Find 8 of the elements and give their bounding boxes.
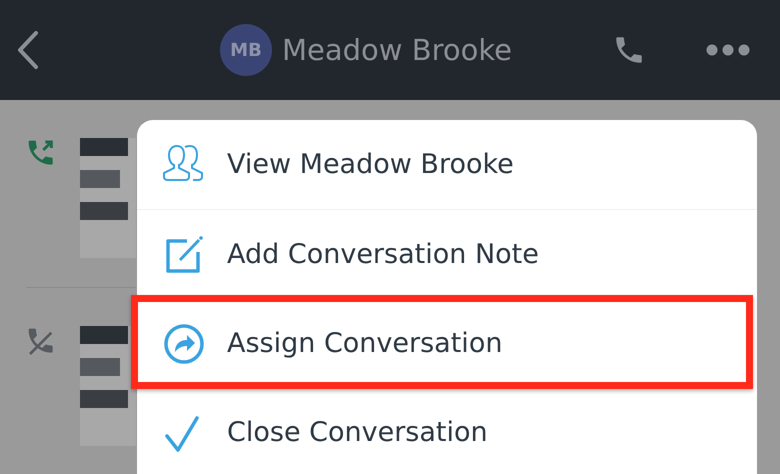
menu-item[interactable]: Assign Conversation	[137, 299, 757, 388]
more-icon[interactable]	[706, 44, 750, 56]
contact-name: Meadow Brooke	[282, 33, 512, 67]
avatar: MB	[220, 24, 272, 76]
menu-item[interactable]: View Meadow Brooke	[137, 120, 757, 210]
back-icon[interactable]	[16, 30, 40, 70]
menu-item[interactable]: Add Conversation Note	[137, 210, 757, 299]
menu-item[interactable]: Close Conversation	[137, 388, 757, 474]
